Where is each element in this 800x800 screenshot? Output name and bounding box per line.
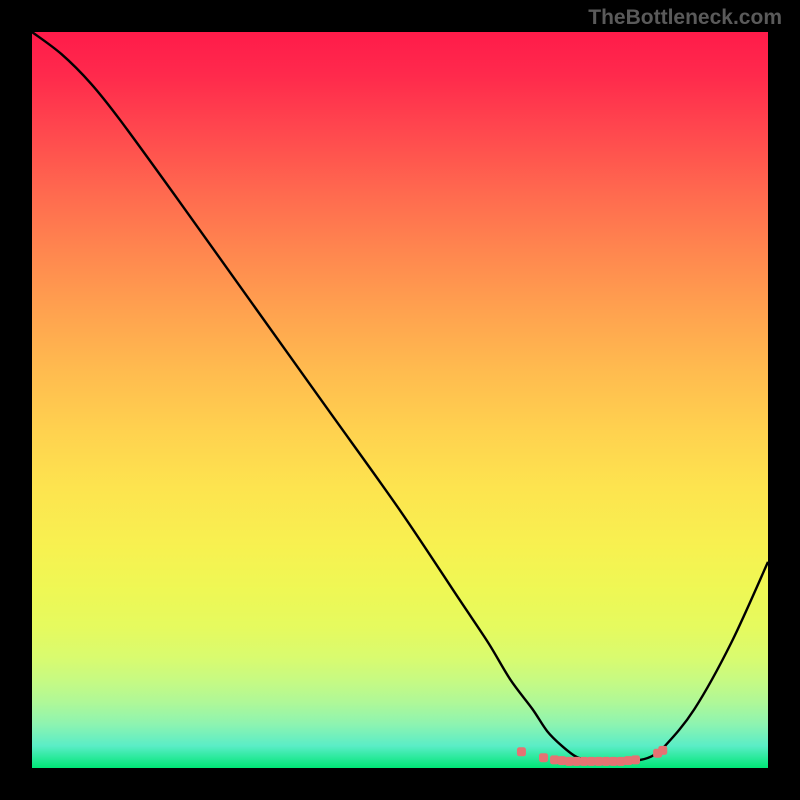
highlight-dot <box>539 753 548 762</box>
watermark-text: TheBottleneck.com <box>588 6 782 30</box>
chart-plot-area <box>32 32 768 768</box>
highlight-dot <box>517 747 526 756</box>
bottleneck-curve-path <box>32 32 768 761</box>
highlight-dot <box>658 746 667 755</box>
highlight-dot <box>631 755 640 764</box>
chart-svg <box>32 32 768 768</box>
highlight-dots-group <box>517 746 667 766</box>
